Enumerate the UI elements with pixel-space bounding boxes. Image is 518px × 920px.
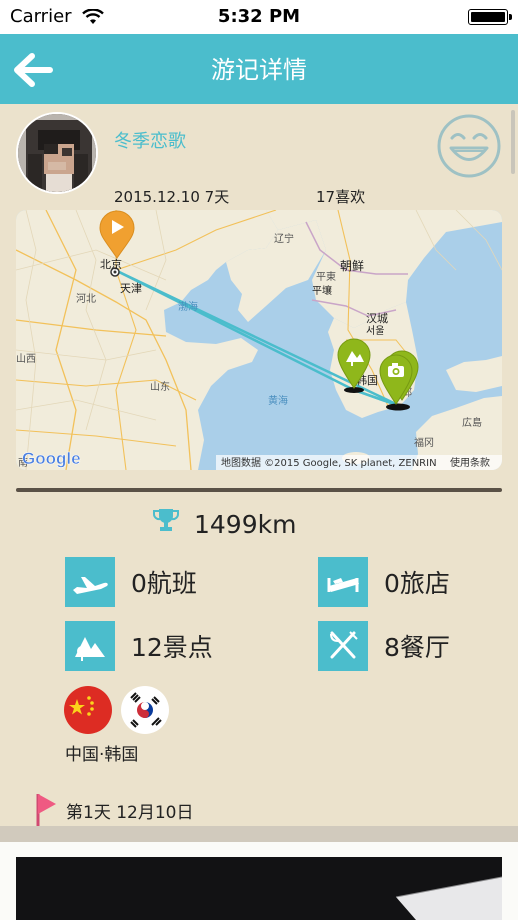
map-label-tianjin: 天津	[120, 282, 142, 295]
stat-sights[interactable]: 12景点	[65, 621, 213, 671]
trip-date: 2015.12.10 7天	[114, 188, 230, 206]
status-bar: Carrier 5:32 PM	[0, 0, 518, 34]
map-label-seoul: 汉城	[366, 312, 388, 325]
map-label-pyongyang: 平壤	[312, 284, 332, 297]
stat-flights[interactable]: 0航班	[65, 557, 197, 607]
trip-photo[interactable]	[16, 857, 502, 920]
nav-bar: 游记详情	[0, 34, 518, 104]
hotels-label: 0旅店	[384, 569, 450, 598]
countries-label: 中国·韩国	[65, 745, 139, 765]
author-name[interactable]: 冬季恋歌	[114, 127, 186, 153]
day-label: 第1天 12月10日	[66, 803, 194, 823]
china-flag-icon	[64, 686, 112, 734]
avatar[interactable]	[16, 112, 98, 194]
map-label-pingdong: 平東	[316, 270, 336, 283]
battery-icon	[468, 9, 512, 25]
map-label-seoul-ko: 서울	[366, 325, 384, 337]
section-separator	[0, 826, 518, 842]
page-title: 游记详情	[211, 56, 307, 84]
map-label-beijing: 北京	[100, 257, 122, 271]
likes-count[interactable]: 17喜欢	[316, 186, 365, 207]
route-map[interactable]: 北京 天津 河北 山东 渤海 黄海 辽宁 朝鲜 平東 平壤 汉城 서울 韩国 福…	[16, 210, 502, 470]
mountain-icon	[65, 621, 115, 671]
map-label-liaoning: 辽宁	[274, 232, 294, 245]
cutlery-icon	[318, 621, 368, 671]
map-label-shandong: 山东	[150, 380, 170, 393]
sights-label: 12景点	[131, 633, 213, 662]
battery-fill	[471, 12, 505, 22]
bed-icon	[318, 557, 368, 607]
divider	[16, 488, 502, 492]
map-terms-link[interactable]: 使用条款	[450, 456, 490, 469]
map-label-yellow-sea: 黄海	[268, 394, 288, 407]
stat-hotels[interactable]: 0旅店	[318, 557, 450, 607]
map-attribution: 地图数据 ©2015 Google, SK planet, ZENRIN	[221, 456, 437, 469]
clock: 5:32 PM	[217, 6, 301, 27]
restaurants-label: 8餐厅	[384, 633, 450, 662]
flights-label: 0航班	[131, 569, 197, 598]
korea-flag-icon	[121, 686, 169, 734]
stat-restaurants[interactable]: 8餐厅	[318, 621, 450, 671]
map-label-fukuoka: 福冈	[414, 436, 434, 449]
scroll-indicator	[511, 110, 515, 174]
map-label-bohai: 渤海	[178, 300, 198, 313]
distance-value: 1499km	[194, 510, 297, 539]
trophy-icon	[153, 509, 179, 531]
plane-icon	[65, 557, 115, 607]
map-label-hebei: 河北	[76, 293, 96, 305]
map-label-hiroshima: 広島	[462, 416, 482, 429]
map-label-shanxi: 山西	[16, 353, 36, 365]
map-label-korea: 朝鲜	[340, 259, 364, 273]
google-logo: Google	[22, 449, 81, 468]
smile-icon[interactable]	[436, 113, 502, 179]
